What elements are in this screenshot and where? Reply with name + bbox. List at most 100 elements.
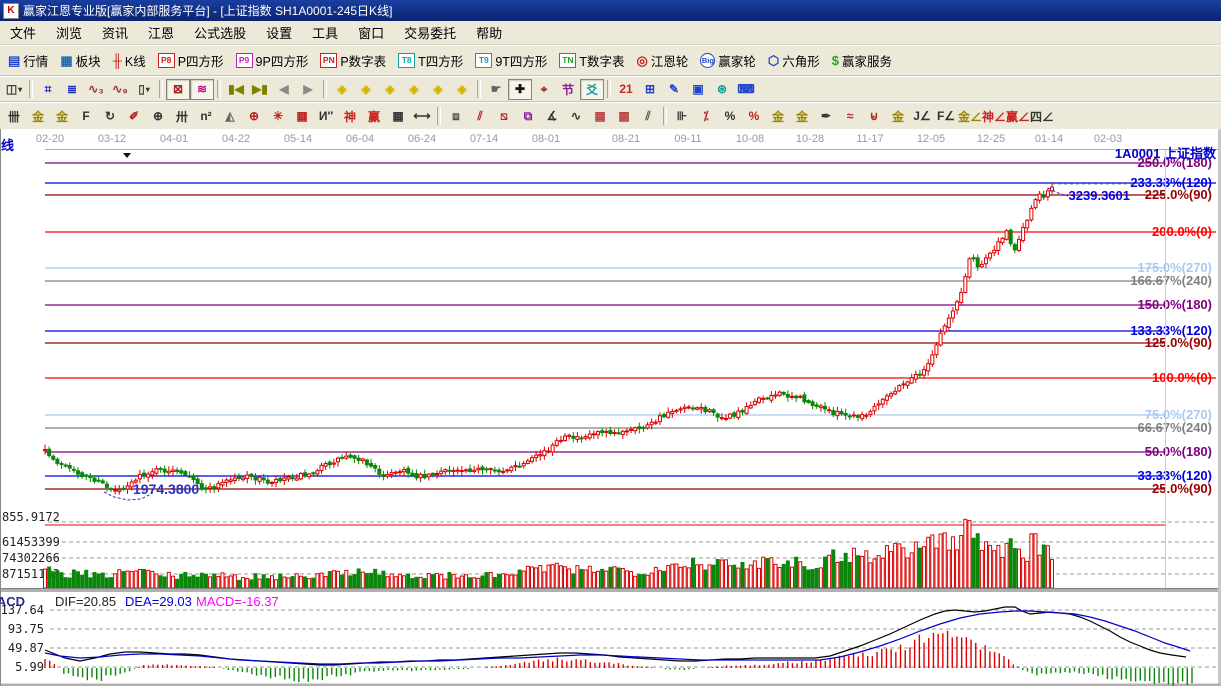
t-square-button[interactable]: T8T四方形 <box>392 49 469 72</box>
circle-cross-icon[interactable]: ⊕ <box>242 106 266 127</box>
title-bar[interactable]: K 赢家江恩专业版[赢家内部服务平台] - [上证指数 SH1A0001-245… <box>0 0 1221 21</box>
grid-9-icon[interactable]: ∿₉ <box>108 79 132 100</box>
9t-square-button[interactable]: T99T四方形 <box>469 49 553 72</box>
menu-item-2[interactable]: 资讯 <box>92 21 138 44</box>
tick-ruler-icon[interactable]: 卅 <box>170 106 194 127</box>
full-view-icon[interactable]: ◈ <box>450 79 474 100</box>
menu-item-6[interactable]: 工具 <box>302 21 348 44</box>
menu-item-4[interactable]: 公式选股 <box>184 21 256 44</box>
menu-item-7[interactable]: 窗口 <box>348 21 394 44</box>
percent-icon[interactable]: % <box>718 106 742 127</box>
price-ladder-icon[interactable]: ⊪ <box>670 106 694 127</box>
profile-chart-icon[interactable]: ≋ <box>190 79 214 100</box>
ying-tool-icon[interactable]: 赢 <box>362 106 386 127</box>
shift-left-icon[interactable]: ◈ <box>330 79 354 100</box>
gold-circle-icon[interactable]: 金 <box>766 106 790 127</box>
first-page-icon[interactable]: ▮◀ <box>224 79 248 100</box>
shen-angle-icon[interactable]: 神∠ <box>982 106 1006 127</box>
menu-item-3[interactable]: 江恩 <box>138 21 184 44</box>
kline-button[interactable]: ╫K线 <box>107 49 152 72</box>
expand-all-icon[interactable]: ◈ <box>426 79 450 100</box>
winner-service-button[interactable]: $赢家服务 <box>826 49 898 72</box>
box-grid-fan-icon[interactable]: ⧉ <box>516 106 540 127</box>
j-angle-icon[interactable]: J∠ <box>910 106 934 127</box>
chart-type-dropdown-icon[interactable]: ◫▾ <box>2 79 26 100</box>
volume-bar <box>687 568 690 588</box>
ruler-ticks-icon[interactable]: 卌 <box>2 106 26 127</box>
ink-pen-icon[interactable]: ✒ <box>814 106 838 127</box>
calendar-icon[interactable]: 21 <box>614 79 638 100</box>
winner-wheel-button[interactable]: Big赢家轮 <box>694 49 762 72</box>
save-icon[interactable]: ▣ <box>686 79 710 100</box>
menu-item-8[interactable]: 交易委托 <box>394 21 466 44</box>
info-panel-icon[interactable]: ≣ <box>60 79 84 100</box>
cup-tool-icon[interactable]: ⊌ <box>862 106 886 127</box>
wave-tool-icon[interactable]: 爻 <box>580 79 604 100</box>
gold-ruler-1-icon[interactable]: 金 <box>26 106 50 127</box>
gann-wheel-button[interactable]: ◎江恩轮 <box>631 49 695 72</box>
hexagon-button[interactable]: ⬡六角形 <box>762 49 826 72</box>
calculator-icon[interactable]: ⊞ <box>638 79 662 100</box>
menu-item-9[interactable]: 帮助 <box>466 21 512 44</box>
angle-lines-icon[interactable]: ∡ <box>540 106 564 127</box>
expand-horizontal-icon[interactable]: ◈ <box>378 79 402 100</box>
parallel-lines-icon[interactable]: ⫽ <box>636 106 660 127</box>
quotes-button[interactable]: ▤行情 <box>2 49 54 72</box>
compress-horizontal-icon[interactable]: ◈ <box>402 79 426 100</box>
starburst-icon[interactable]: ✳ <box>266 106 290 127</box>
grid-123-icon[interactable]: ▦ <box>386 106 410 127</box>
gann-grid-square-icon[interactable]: ▦ <box>588 106 612 127</box>
grid-3-icon[interactable]: ∿₃ <box>84 79 108 100</box>
menu-item-0[interactable]: 文件 <box>0 21 46 44</box>
shift-right-icon[interactable]: ◈ <box>354 79 378 100</box>
angle-measure-tool-icon[interactable]: ⌖ <box>532 79 556 100</box>
gann-grid-tool-icon[interactable]: ⊠ <box>166 79 190 100</box>
chart-canvas[interactable]: 02-2003-1204-0104-2205-1406-0406-2407-14… <box>0 129 1221 686</box>
box-fan-icon[interactable]: ⧅ <box>492 106 516 127</box>
gold-line-2-icon[interactable]: 金 <box>886 106 910 127</box>
gold-angle-icon[interactable]: 金∠ <box>958 106 982 127</box>
wave-band-icon[interactable]: ≈ <box>838 106 862 127</box>
p-number-table-button[interactable]: PNP数字表 <box>314 49 392 72</box>
p-square-button[interactable]: P8P四方形 <box>152 49 230 72</box>
percent-change-icon[interactable]: ⁒ <box>694 106 718 127</box>
crosshair-tool-icon[interactable]: ✚ <box>508 79 532 100</box>
mirror-tool-icon[interactable]: ◭ <box>218 106 242 127</box>
box-tool-icon[interactable]: ⧈ <box>444 106 468 127</box>
spiral-tool-icon[interactable]: ↻ <box>98 106 122 127</box>
9p-square-button[interactable]: P99P四方形 <box>230 49 315 72</box>
menu-item-1[interactable]: 浏览 <box>46 21 92 44</box>
f-angle-icon[interactable]: F∠ <box>934 106 958 127</box>
candle-body <box>530 458 533 462</box>
grid-star-icon[interactable]: ▦ <box>290 106 314 127</box>
n-squared-icon[interactable]: n² <box>194 106 218 127</box>
menu-item-5[interactable]: 设置 <box>256 21 302 44</box>
h-measure-icon[interactable]: ⟷ <box>410 106 434 127</box>
gold-level-icon[interactable]: 金 <box>790 106 814 127</box>
prev-page-icon[interactable]: ◀ <box>272 79 296 100</box>
notepad-icon[interactable]: ✎ <box>662 79 686 100</box>
ying-angle-icon[interactable]: 赢∠ <box>1006 106 1030 127</box>
send-network-icon[interactable]: ⊛ <box>710 79 734 100</box>
gann-shape-tool-icon[interactable]: 节 <box>556 79 580 100</box>
zigzag-tool-icon[interactable]: ∿ <box>564 106 588 127</box>
fan-lines-icon[interactable]: ⫽ <box>468 106 492 127</box>
next-page-icon[interactable]: ▶ <box>296 79 320 100</box>
volume-bar <box>361 572 364 588</box>
region-frame-icon[interactable]: ⌗ <box>36 79 60 100</box>
hand-tool-icon[interactable]: ☛ <box>484 79 508 100</box>
gold-ruler-2-icon[interactable]: 金 <box>50 106 74 127</box>
sectors-button[interactable]: ▦板块 <box>54 49 106 72</box>
t-number-table-button[interactable]: TNT数字表 <box>553 49 630 72</box>
candle-period-icon[interactable]: ▯▾ <box>132 79 156 100</box>
gann-grid-square-2-icon[interactable]: ▩ <box>612 106 636 127</box>
percent-line-icon[interactable]: % <box>742 106 766 127</box>
angle-mark-icon[interactable]: И″ <box>314 106 338 127</box>
circle-ruler-icon[interactable]: ⊕ <box>146 106 170 127</box>
marker-pen-icon[interactable]: ✐ <box>122 106 146 127</box>
last-page-icon[interactable]: ▶▮ <box>248 79 272 100</box>
shen-tool-icon[interactable]: 神 <box>338 106 362 127</box>
four-angle-icon[interactable]: 四∠ <box>1030 106 1054 127</box>
f-ruler-icon[interactable]: F <box>74 106 98 127</box>
remote-pc-icon[interactable]: ⌨ <box>734 79 758 100</box>
